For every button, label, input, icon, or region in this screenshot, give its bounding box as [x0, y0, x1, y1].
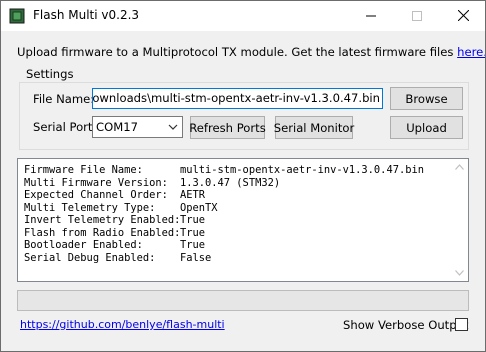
output-value: AETR	[180, 189, 206, 201]
firmware-link[interactable]: here.	[457, 45, 486, 59]
output-key: Serial Debug Enabled:	[24, 251, 156, 264]
window-title: Flash Multi v0.2.3	[33, 8, 140, 22]
app-icon	[9, 8, 25, 24]
file-name-value: sers\user\Downloads\multi-stm-opentx-aet…	[92, 91, 380, 105]
close-icon	[457, 10, 469, 21]
output-textbox[interactable]: Firmware File Name: multi-stm-opentx-aetr…	[17, 158, 469, 282]
output-key: Flash from Radio Enabled:	[24, 226, 181, 239]
scroll-up-icon[interactable]	[455, 164, 464, 170]
output-lines: Firmware File Name: multi-stm-opentx-aetr…	[24, 164, 424, 264]
maximize-button[interactable]	[394, 0, 440, 31]
output-value: OpenTX	[180, 201, 218, 214]
minimize-button[interactable]	[348, 0, 394, 31]
maximize-icon	[412, 10, 422, 21]
output-row: Bootloader Enabled: True	[24, 239, 424, 252]
serial-port-dropdown[interactable]: COM17	[92, 116, 183, 138]
output-row: Expected Channel Order: AETR	[24, 189, 424, 202]
file-name-field[interactable]: sers\user\Downloads\multi-stm-opentx-aet…	[92, 88, 383, 109]
output-row: Multi Telemetry Type: OpenTX	[24, 202, 424, 215]
refresh-ports-button[interactable]: Refresh Ports	[189, 116, 266, 139]
progress-bar	[17, 290, 469, 311]
browse-button[interactable]: Browse	[390, 87, 463, 110]
output-row: Invert Telemetry Enabled: True	[24, 214, 424, 227]
output-key: Firmware File Name:	[24, 164, 143, 176]
upload-button[interactable]: Upload	[390, 116, 463, 139]
output-row: Serial Debug Enabled: False	[24, 252, 424, 265]
output-key: Multi Firmware Version:	[24, 176, 168, 189]
verbose-output-checkbox[interactable]	[455, 318, 468, 331]
serial-monitor-button[interactable]: Serial Monitor	[274, 116, 354, 139]
output-value: True	[180, 239, 206, 251]
output-row: Flash from Radio Enabled: True	[24, 227, 424, 240]
output-key: Invert Telemetry Enabled:	[24, 214, 181, 226]
chevron-down-icon	[168, 124, 178, 130]
minimize-icon	[366, 15, 376, 16]
scroll-down-icon[interactable]	[455, 270, 464, 276]
output-value: True	[180, 226, 206, 239]
verbose-output-label: Show Verbose Output	[343, 318, 469, 332]
output-value: False	[180, 251, 212, 264]
intro-message: Upload firmware to a Multiprotocol TX mo…	[17, 45, 458, 59]
serial-port-label: Serial Port:	[33, 120, 97, 134]
output-key: Multi Telemetry Type:	[24, 201, 156, 214]
file-name-label: File Name:	[33, 92, 95, 106]
close-button[interactable]	[440, 0, 486, 31]
settings-legend: Settings	[24, 67, 76, 81]
output-key: Bootloader Enabled:	[24, 239, 143, 251]
output-value: multi-stm-opentx-aetr-inv-v1.3.0.47.bin	[180, 164, 424, 176]
output-row: Multi Firmware Version: 1.3.0.47 (STM32)	[24, 177, 424, 190]
output-row: Firmware File Name: multi-stm-opentx-aetr…	[24, 164, 424, 177]
output-key: Expected Channel Order:	[24, 189, 168, 201]
repo-link[interactable]: https://github.com/benlye/flash-multi	[20, 318, 225, 331]
output-value: True	[180, 214, 206, 226]
output-value: 1.3.0.47 (STM32)	[180, 176, 281, 189]
serial-port-value: COM17	[96, 120, 138, 134]
output-scrollbar[interactable]	[451, 159, 468, 281]
intro-text: Upload firmware to a Multiprotocol TX mo…	[17, 45, 486, 59]
